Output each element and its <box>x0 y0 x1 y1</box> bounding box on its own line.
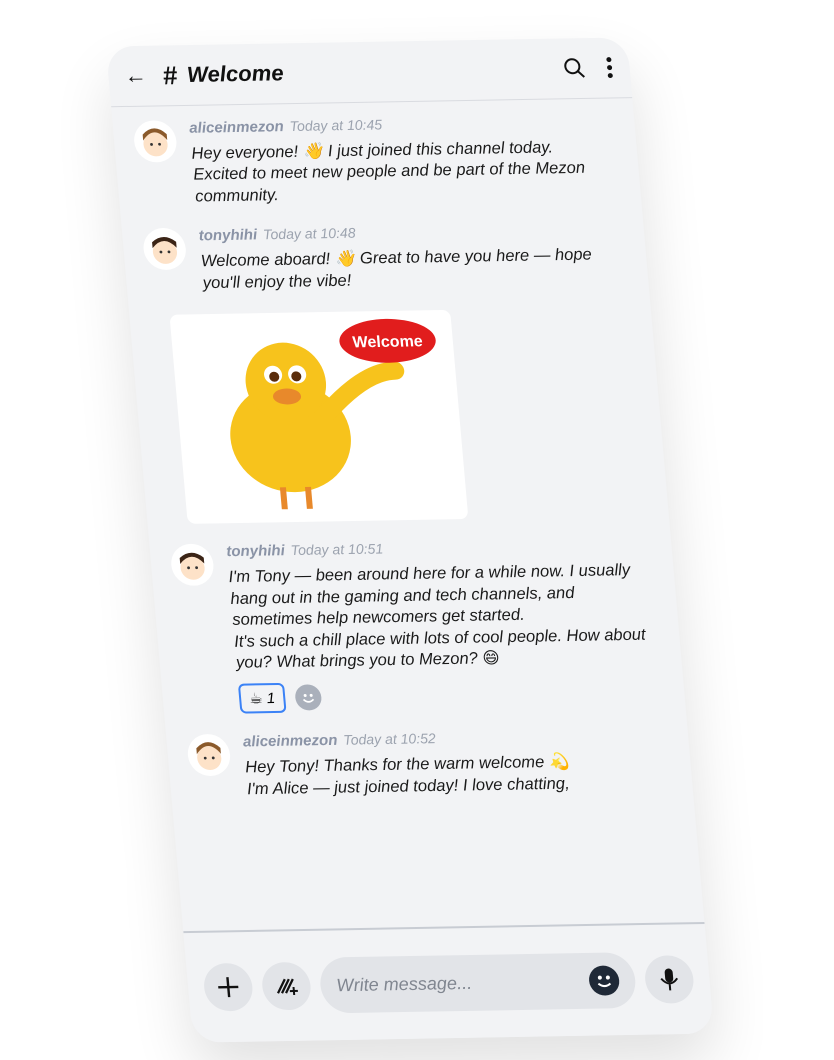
message-composer: Write message... <box>183 921 715 1043</box>
avatar[interactable] <box>186 734 232 777</box>
message-text: Welcome aboard! 👋 Great to have you here… <box>200 245 593 292</box>
phone-screen: ← # Welcome aliceinmezon Today at 10:45 H… <box>105 37 715 1043</box>
more-vertical-icon[interactable] <box>605 57 615 79</box>
reaction-coffee[interactable]: ☕ 1 <box>237 683 287 714</box>
welcome-sticker[interactable]: Welcome <box>169 310 469 525</box>
channel-header: ← # Welcome <box>105 37 633 108</box>
avatar[interactable] <box>132 120 179 163</box>
message-text: I'm Tony — been around here for a while … <box>227 561 647 672</box>
avatar[interactable] <box>141 227 188 271</box>
username[interactable]: tonyhihi <box>198 227 258 245</box>
message-item: tonyhihi Today at 10:51 I'm Tony — been a… <box>169 536 665 715</box>
username[interactable]: aliceinmezon <box>189 118 285 137</box>
reaction-count: 1 <box>265 689 276 707</box>
username[interactable]: aliceinmezon <box>242 732 338 751</box>
sticker-icon[interactable] <box>260 961 313 1011</box>
plus-icon[interactable] <box>202 962 255 1012</box>
add-reaction-icon[interactable] <box>293 684 323 711</box>
username[interactable]: tonyhihi <box>226 542 286 560</box>
message-input-placeholder: Write message... <box>335 972 473 995</box>
reaction-bar: ☕ 1 <box>237 677 666 714</box>
timestamp: Today at 10:48 <box>262 224 357 243</box>
message-text: Hey everyone! 👋 I just joined this chann… <box>190 138 586 206</box>
search-icon[interactable] <box>563 57 587 79</box>
hash-icon: # <box>161 59 179 90</box>
sticker-label: Welcome <box>352 333 424 351</box>
timestamp: Today at 10:52 <box>342 730 437 749</box>
message-input[interactable]: Write message... <box>318 952 638 1014</box>
emoji-icon[interactable] <box>587 965 621 996</box>
channel-title: Welcome <box>185 60 285 87</box>
message-list: aliceinmezon Today at 10:45 Hey everyone!… <box>111 98 696 836</box>
message-text: Hey Tony! Thanks for the warm welcome 💫 … <box>244 753 571 799</box>
coffee-icon: ☕ <box>248 690 264 708</box>
avatar[interactable] <box>169 543 216 587</box>
arrow-left-icon[interactable]: ← <box>123 63 147 89</box>
message-item: aliceinmezon Today at 10:52 Hey Tony! Tha… <box>186 726 673 801</box>
message-item: tonyhihi Today at 10:48 Welcome aboard! 👋… <box>141 220 629 295</box>
message-item: aliceinmezon Today at 10:45 Hey everyone!… <box>132 112 621 208</box>
timestamp: Today at 10:51 <box>290 540 384 559</box>
mic-icon[interactable] <box>643 955 696 1004</box>
timestamp: Today at 10:45 <box>288 116 383 135</box>
